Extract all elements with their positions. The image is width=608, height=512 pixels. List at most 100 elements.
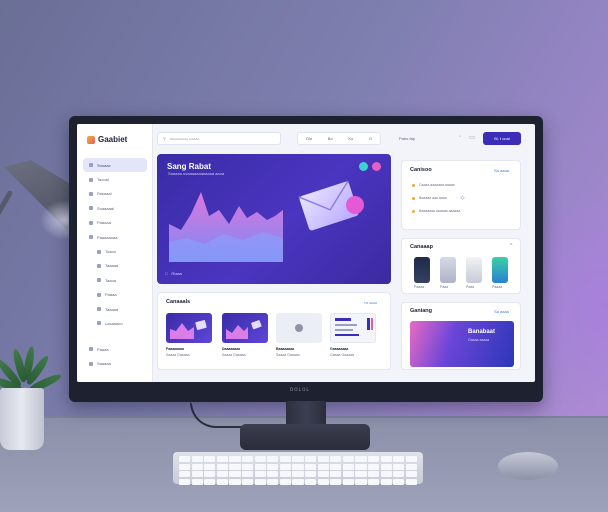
sidebar-subitem-1[interactable]: Toaoo	[83, 244, 147, 258]
top-icons: ◦ ▭	[459, 134, 475, 141]
keyboard-key	[279, 456, 291, 462]
project-card-4-title: Gaaaaaaaa	[330, 347, 349, 351]
projects-link[interactable]: ᴛᴏ ᴀᴀᴀᴀ	[364, 300, 377, 305]
keyboard-key	[191, 478, 203, 485]
sidebar-footer: Paaaa Saaaaa	[83, 342, 147, 371]
activity-title: Canisoo	[410, 167, 432, 173]
lock-icon[interactable]: ▭	[469, 134, 475, 141]
sidebar-nav: Snoaac Taooal Pasaaal Soaaaaal Paaoaa Pa…	[83, 158, 147, 331]
grid-icon	[89, 177, 93, 182]
sidebar-item-label: Taaaaa	[105, 263, 119, 269]
sidebar-subitem-2[interactable]: Taaaaa	[83, 259, 147, 273]
users-icon	[89, 220, 93, 225]
keyboard-key	[317, 478, 329, 485]
hero-title: Sang Rabat	[167, 162, 212, 171]
keyboard-key	[393, 478, 405, 485]
device-phone-3[interactable]	[466, 257, 482, 283]
chevron-up-icon[interactable]: ^	[510, 243, 512, 249]
sidebar-item-3[interactable]: Pasaaal	[83, 187, 147, 201]
dot-icon	[412, 210, 415, 213]
keyboard-key	[393, 471, 405, 477]
search-placeholder: ᴋᴀᴀᴀᴀᴏᴀᴀᴀ ᴏᴀᴀᴀᴀ	[169, 136, 200, 141]
card-chart	[170, 320, 207, 339]
settings-icon	[89, 235, 93, 240]
device-label-4: Paaaa	[492, 285, 503, 289]
featured-title: Ganiang	[410, 308, 433, 314]
device-phone-2[interactable]	[440, 257, 456, 283]
keyboard-key	[368, 478, 380, 485]
project-card-2-meta: Saaaa Gaaaaa	[222, 353, 246, 357]
sidebar-subitem-5[interactable]: Taaaaa	[83, 302, 147, 316]
app-logo[interactable]: Gaabiet	[87, 135, 127, 144]
project-card-2[interactable]	[222, 313, 268, 343]
featured-panel: Ganiang Sa aaaa Banabaat Oaaaa aaaaa	[401, 302, 521, 370]
keyboard-key	[216, 456, 228, 462]
circle-icon	[97, 292, 101, 297]
pill-3[interactable]: Ko	[348, 136, 353, 141]
device-label-1: Paaaa	[414, 285, 425, 289]
circle-icon	[97, 307, 101, 312]
project-card-2-title: Daaaaaaaa	[222, 347, 241, 351]
sidebar: Gaabiet Snoaac Taooal Pasaaal Soaaaaal P…	[77, 124, 153, 382]
device-phone-4[interactable]	[492, 257, 508, 283]
project-card-4-meta: Gaaaa Gaaaaa	[330, 353, 354, 357]
keyboard-key	[305, 456, 317, 462]
keyboard-key	[267, 471, 279, 477]
keyboard-key	[393, 463, 405, 470]
keyboard-key	[254, 478, 266, 485]
pill-2[interactable]: Bo	[328, 136, 333, 141]
activity-link[interactable]: Sa aaaa	[494, 168, 509, 173]
keyboard-key	[191, 471, 203, 477]
keyboard-key	[179, 478, 191, 485]
keyboard-key	[368, 463, 380, 470]
keyboard-key	[242, 478, 254, 485]
search-input[interactable]: ⚲ ᴋᴀᴀᴀᴀᴏᴀᴀᴀ ᴏᴀᴀᴀᴀ	[157, 132, 281, 145]
keyboard-key	[342, 456, 354, 462]
sidebar-item-home[interactable]: Snoaac	[83, 158, 147, 173]
sidebar-subitem-6[interactable]: Lacaaaoo	[83, 316, 147, 330]
keyboard-key	[204, 471, 216, 477]
keyboard-key	[393, 456, 405, 462]
keyboard-key	[254, 456, 266, 462]
device-phone-1[interactable]	[414, 257, 430, 283]
sidebar-item-label: Paaaaaoaa	[97, 234, 118, 240]
featured-card[interactable]: Banabaat Oaaaa aaaaa	[410, 321, 514, 367]
activity-row-2[interactable]: Baaaaa aaa aaaa ◇	[412, 195, 465, 201]
project-card-3[interactable]	[276, 313, 322, 343]
devices-panel: Canaaap ^ Paaaa Paaa Paaa Paaaa	[401, 238, 521, 294]
keyboard-key	[267, 463, 279, 470]
projects-title: Canaaals	[166, 299, 191, 305]
keyboard-key	[254, 471, 266, 477]
pill-1[interactable]: Olo	[306, 136, 312, 141]
primary-cta-button[interactable]: Bl. f ooal	[483, 132, 521, 145]
sidebar-footer-item-2[interactable]: Saaaaa	[83, 356, 147, 370]
keyboard-key	[330, 456, 342, 462]
keyboard-key	[254, 463, 266, 470]
keyboard-key	[204, 456, 216, 462]
sidebar-item-6[interactable]: Paaaaaoaa	[83, 230, 147, 244]
keyboard-key	[317, 471, 329, 477]
sidebar-subitem-4[interactable]: Paaaa	[83, 288, 147, 302]
sidebar-subitem-3[interactable]: Taaoa	[83, 273, 147, 287]
keyboard-key	[380, 463, 392, 470]
circle-icon	[97, 263, 101, 268]
pill-4[interactable]: O	[369, 136, 372, 141]
sidebar-item-2[interactable]: Taooal	[83, 172, 147, 186]
project-card-1[interactable]	[166, 313, 212, 343]
sidebar-item-5[interactable]: Paaoaa	[83, 216, 147, 230]
project-card-4[interactable]	[330, 313, 376, 343]
status-dot-pink[interactable]	[372, 162, 381, 171]
sidebar-item-4[interactable]: Soaaaaal	[83, 201, 147, 215]
keyboard-key	[368, 471, 380, 477]
activity-row-3[interactable]: Baaaaaaa aaaaaa aaaaaa	[412, 209, 460, 214]
keyboard-key	[330, 471, 342, 477]
keyboard-key	[305, 463, 317, 470]
grid-icon: □	[165, 271, 168, 276]
keyboard-key	[380, 456, 392, 462]
featured-link[interactable]: Sa aaaa	[494, 309, 509, 314]
activity-row-1[interactable]: Caaaa aaaaaaa aaaaa	[412, 183, 455, 188]
sidebar-footer-item-1[interactable]: Paaaa	[83, 342, 147, 356]
bell-icon[interactable]: ◦	[459, 134, 461, 141]
card-document	[335, 318, 373, 336]
status-dot-cyan[interactable]	[359, 162, 368, 171]
